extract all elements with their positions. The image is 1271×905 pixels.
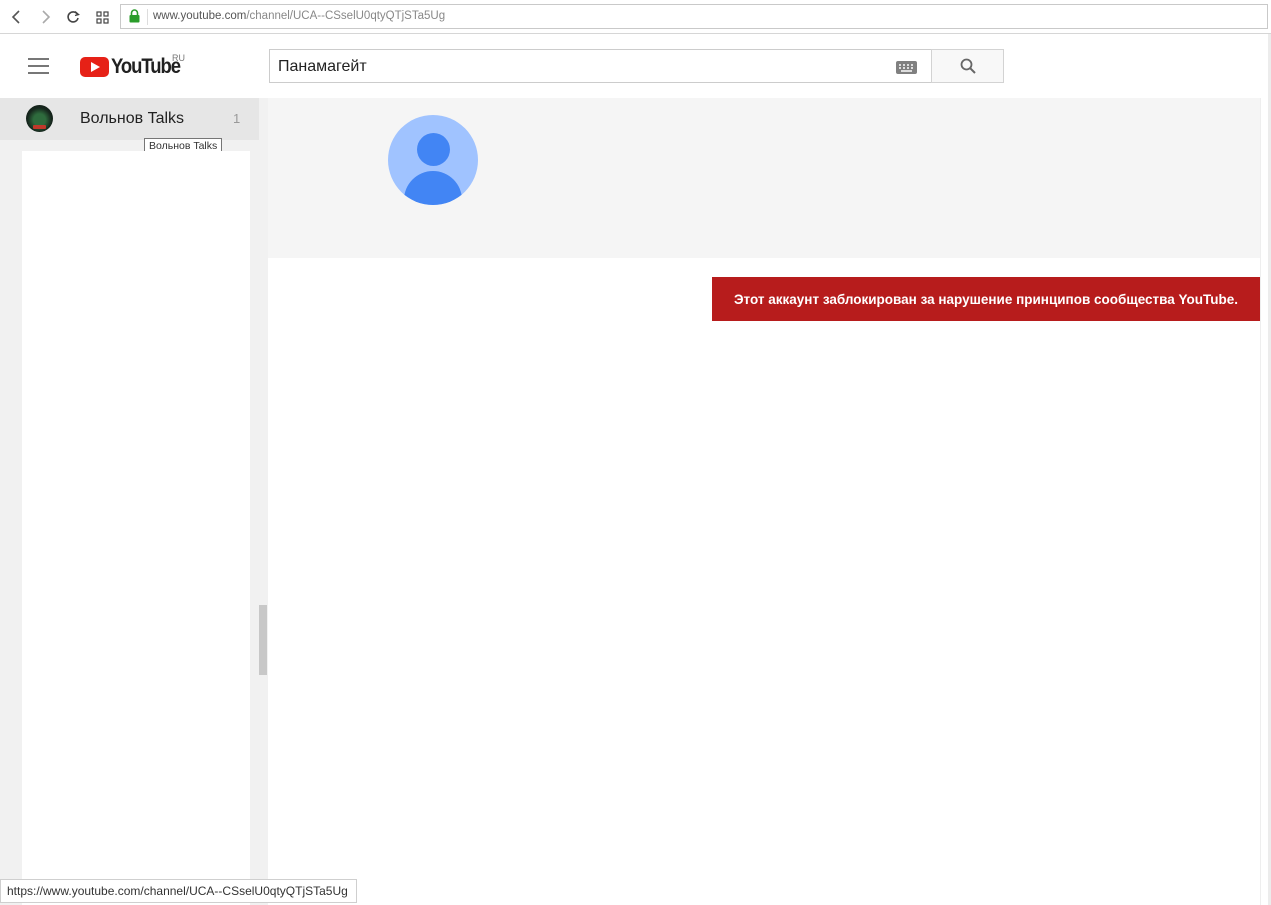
guide-sidebar: Вольнов Talks 1 Вольнов Talks	[0, 98, 268, 905]
default-avatar-icon	[388, 115, 478, 205]
speed-dial-icon[interactable]	[91, 6, 113, 28]
status-bar-url: https://www.youtube.com/channel/UCA--CSs…	[0, 879, 357, 903]
guide-item-label: Вольнов Talks	[80, 110, 185, 127]
region-label: RU	[172, 53, 185, 63]
search-input[interactable]: Панамагейт	[269, 49, 932, 83]
reload-icon[interactable]	[62, 6, 84, 28]
channel-header	[268, 98, 1260, 258]
guide-empty-panel	[22, 151, 250, 905]
guide-item-subscription[interactable]: Вольнов Talks 1	[0, 98, 259, 140]
search-button[interactable]	[931, 49, 1004, 83]
channel-thumbnail	[26, 105, 53, 132]
youtube-logo[interactable]: YouTube RU	[80, 53, 189, 79]
url-path: /channel/UCA--CSselU0qtyQTjSTa5Ug	[246, 10, 446, 22]
guide-item-count: 1	[233, 111, 241, 126]
menu-icon[interactable]	[28, 58, 50, 74]
play-logo-icon	[80, 57, 109, 77]
browser-toolbar: www.youtube.com/channel/UCA--CSselU0qtyQ…	[0, 0, 1271, 34]
address-bar[interactable]: www.youtube.com/channel/UCA--CSselU0qtyQ…	[120, 4, 1268, 29]
search-query: Панамагейт	[278, 58, 367, 75]
guide-scrollbar[interactable]	[259, 605, 267, 675]
back-icon[interactable]	[6, 6, 28, 28]
search-icon	[960, 58, 976, 74]
lock-icon	[129, 9, 140, 28]
address-separator	[147, 9, 148, 25]
account-terminated-alert: Этот аккаунт заблокирован за нарушение п…	[712, 277, 1260, 321]
forward-icon[interactable]	[34, 6, 56, 28]
url-text: www.youtube.com/channel/UCA--CSselU0qtyQ…	[153, 10, 445, 22]
keyboard-icon[interactable]	[896, 61, 917, 74]
url-domain: www.youtube.com	[153, 10, 247, 22]
youtube-masthead: YouTube RU Панамагейт	[0, 34, 1271, 98]
logo-text: YouTube	[111, 55, 181, 78]
